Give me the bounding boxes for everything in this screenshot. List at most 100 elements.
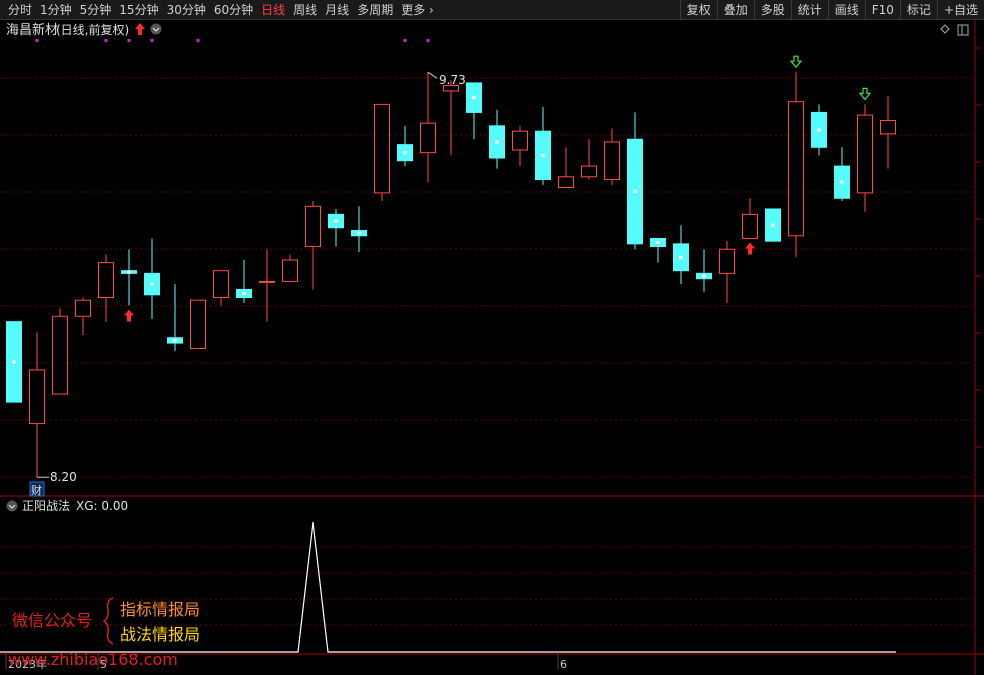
period-tab[interactable]: 更多 › [397, 0, 438, 20]
candle[interactable] [190, 299, 206, 349]
candle[interactable] [466, 82, 482, 140]
sell-arrow-icon [789, 55, 803, 69]
candle[interactable] [98, 254, 114, 322]
candle[interactable] [604, 128, 620, 185]
candle-body [788, 101, 804, 237]
chevron-down-icon[interactable] [150, 23, 162, 35]
candle[interactable] [834, 147, 850, 201]
candle[interactable] [282, 254, 298, 282]
candle[interactable] [259, 249, 275, 322]
candle-body [305, 205, 321, 248]
candle-body [581, 165, 597, 178]
candle[interactable] [811, 104, 827, 156]
period-tab[interactable]: 月线 [321, 0, 353, 20]
chart-header: 海昌新材 (日线,前复权) [6, 22, 969, 38]
period-tab[interactable]: 5分钟 [76, 0, 116, 20]
chart-frame [0, 20, 984, 675]
tool-button[interactable]: 标记 [899, 0, 937, 20]
candle[interactable] [857, 104, 873, 212]
signal-dot [426, 39, 430, 42]
candle[interactable] [374, 103, 390, 201]
signal-dot [35, 39, 39, 42]
stock-title[interactable]: 海昌新材 [6, 22, 58, 38]
period-tab[interactable]: 30分钟 [163, 0, 210, 20]
candle[interactable] [29, 332, 45, 478]
chevron-down-icon[interactable] [6, 500, 18, 512]
candle[interactable] [52, 308, 68, 395]
candle[interactable] [719, 241, 735, 303]
tool-button[interactable]: 复权 [679, 0, 717, 20]
tool-button[interactable]: +自选 [936, 0, 984, 20]
candle[interactable] [167, 284, 183, 352]
candle[interactable] [673, 225, 689, 285]
indicator-value: XG: 0.00 [76, 499, 128, 513]
candle[interactable] [650, 237, 666, 263]
watermark-line-2: 战法情报局 [120, 625, 200, 644]
candle[interactable] [351, 206, 367, 252]
period-tab[interactable]: 日线 [257, 0, 289, 20]
tool-buttons: 复权 叠加 多股 统计 画线 F10 标记 +自选 [679, 0, 984, 20]
candle[interactable] [535, 107, 551, 185]
period-toolbar: 分时 1分钟 5分钟 15分钟 30分钟 60分钟 日线 周线 月线 多周期 更多 › 复权 叠加 多股… [0, 0, 984, 20]
watermark: 微信公众号 指标情报局 战法情报局 www.zhibiao168.com [8, 597, 200, 669]
candle[interactable] [627, 112, 643, 250]
candle-body [52, 315, 68, 395]
indicator-name[interactable]: 正阳战法 [22, 499, 70, 513]
candle[interactable] [696, 249, 712, 293]
candle[interactable] [489, 109, 505, 169]
candle-body [857, 114, 873, 194]
buy-arrow-icon [745, 242, 755, 255]
tool-button[interactable]: 多股 [753, 0, 791, 20]
period-tab[interactable]: 多周期 [353, 0, 397, 20]
watermark-line-1: 指标情报局 [120, 600, 200, 619]
indicator-header: 正阳战法 XG: 0.00 [6, 499, 128, 513]
candle[interactable] [144, 238, 160, 319]
period-tab[interactable]: 15分钟 [115, 0, 162, 20]
candle-body [558, 176, 574, 189]
candlestick-series [6, 72, 896, 478]
candle[interactable] [788, 72, 804, 258]
candle-dot [357, 231, 361, 235]
candle[interactable] [420, 72, 436, 183]
period-tab[interactable]: 周线 [289, 0, 321, 20]
up-arrow-icon [135, 23, 145, 35]
candle-dot [633, 190, 637, 194]
candle[interactable] [765, 208, 781, 242]
candle[interactable] [75, 297, 91, 336]
diamond-icon[interactable] [940, 24, 950, 34]
candle-body [213, 270, 229, 299]
candle[interactable] [236, 259, 252, 303]
candle[interactable] [213, 270, 229, 306]
period-tab[interactable]: 分时 [4, 0, 36, 20]
candle[interactable] [328, 208, 344, 247]
candle-body [75, 299, 91, 317]
candle-dot [817, 128, 821, 132]
window-icon[interactable] [957, 24, 969, 36]
tool-button[interactable]: 画线 [827, 0, 865, 20]
candle[interactable] [581, 139, 597, 180]
candle-body [512, 130, 528, 151]
candle[interactable] [443, 80, 459, 156]
candle-body [719, 248, 735, 274]
financial-report-label: 财 [31, 483, 42, 497]
candle[interactable] [305, 200, 321, 290]
watermark-account-label: 微信公众号 [12, 611, 92, 630]
candle[interactable] [558, 147, 574, 189]
candle-dot [656, 241, 660, 245]
period-tab[interactable]: 60分钟 [210, 0, 257, 20]
tool-button[interactable]: F10 [864, 0, 900, 20]
candle[interactable] [512, 125, 528, 167]
buy-arrow-icon [124, 309, 134, 322]
signal-dot [150, 39, 154, 42]
candle[interactable] [742, 198, 758, 239]
candle-dot [541, 153, 545, 157]
candle[interactable] [6, 321, 22, 403]
candle[interactable] [880, 96, 896, 169]
tool-button[interactable]: 统计 [790, 0, 828, 20]
period-tab[interactable]: 1分钟 [36, 0, 76, 20]
high-pointer [427, 71, 438, 79]
candle-dot [472, 96, 476, 100]
candle[interactable] [121, 249, 137, 306]
tool-button[interactable]: 叠加 [716, 0, 754, 20]
candle[interactable] [397, 125, 413, 167]
